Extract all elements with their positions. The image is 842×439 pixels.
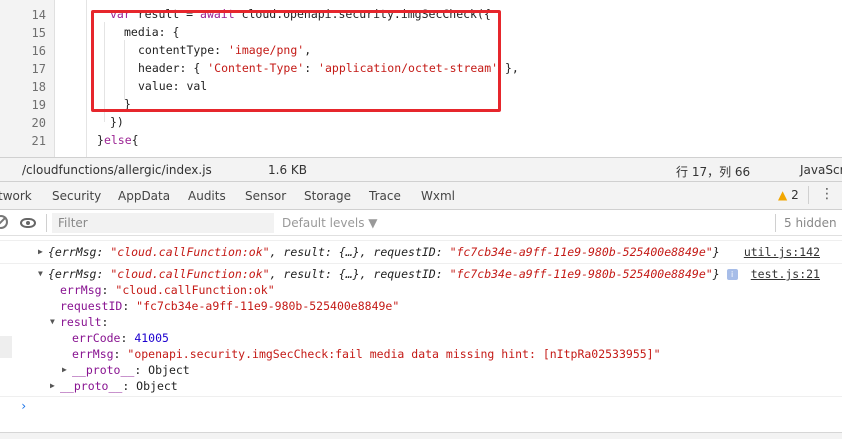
console-output[interactable]: ▶ {errMsg: "cloud.callFunction:ok", resu…	[0, 236, 842, 439]
source-link[interactable]: util.js:142	[744, 245, 820, 259]
property-value: Object	[136, 379, 178, 393]
log-summary[interactable]: {errMsg: "cloud.callFunction:ok", result…	[48, 267, 738, 281]
property-key: __proto__	[72, 363, 135, 377]
language-mode[interactable]: JavaScr	[800, 163, 842, 177]
summary-text: {errMsg:	[48, 267, 111, 281]
tab-trace[interactable]: Trace	[369, 189, 401, 203]
property-row[interactable]: __proto__: Object	[60, 379, 178, 393]
line-number: 16	[31, 44, 46, 58]
clear-console-icon[interactable]	[0, 215, 8, 229]
summary-text: , result: {…}, requestID:	[269, 245, 450, 259]
left-strip	[0, 336, 12, 358]
expand-triangle-icon[interactable]: ▶	[38, 247, 43, 256]
line-number: 21	[31, 134, 46, 148]
property-key: errMsg	[60, 283, 102, 297]
summary-text: {errMsg:	[48, 245, 111, 259]
expand-triangle-icon[interactable]: ▶	[50, 381, 55, 390]
property-value: "fc7cb34e-a9ff-11e9-980b-525400e8849e"	[136, 299, 400, 313]
requestid-value: "fc7cb34e-a9ff-11e9-980b-525400e8849e"	[449, 245, 713, 259]
property-row[interactable]: result:	[60, 315, 108, 329]
property-row: errMsg: "openapi.security.imgSecCheck:fa…	[72, 347, 661, 361]
devtools-tab-bar: twork Security AppData Audits Sensor Sto…	[0, 182, 842, 210]
property-key: __proto__	[60, 379, 123, 393]
console-message[interactable]: ▶ {errMsg: "cloud.callFunction:ok", resu…	[0, 244, 842, 264]
code-editor[interactable]: 14 15 16 17 18 19 20 21 var result = awa…	[0, 0, 842, 157]
divider	[0, 240, 842, 241]
property-row: errMsg: "cloud.callFunction:ok"	[60, 283, 275, 297]
info-icon[interactable]: i	[726, 269, 738, 280]
filter-input[interactable]	[52, 213, 274, 233]
divider	[808, 186, 809, 204]
warning-triangle-icon: ▲	[778, 188, 788, 202]
log-levels-dropdown[interactable]: Default levels ▼	[282, 216, 378, 230]
hidden-count: 5 hidden	[784, 216, 837, 230]
property-row: requestID: "fc7cb34e-a9ff-11e9-980b-5254…	[60, 299, 400, 313]
divider	[0, 263, 842, 264]
indent-guide	[86, 0, 87, 157]
expand-triangle-icon[interactable]: ▶	[62, 365, 67, 374]
property-key: errMsg	[72, 347, 114, 361]
property-key: result	[60, 315, 102, 329]
tab-network[interactable]: twork	[0, 189, 32, 203]
requestid-value: "fc7cb34e-a9ff-11e9-980b-525400e8849e"	[449, 267, 713, 281]
divider	[46, 214, 47, 232]
collapse-triangle-icon[interactable]: ▼	[50, 317, 55, 326]
tab-storage[interactable]: Storage	[304, 189, 351, 203]
editor-status-bar: /cloudfunctions/allergic/index.js 1.6 KB…	[0, 157, 842, 182]
line-number: 20	[31, 116, 46, 130]
summary-text: }	[712, 267, 720, 281]
collapse-triangle-icon[interactable]: ▼	[38, 269, 43, 278]
tab-wxml[interactable]: Wxml	[421, 189, 455, 203]
file-size: 1.6 KB	[268, 163, 307, 177]
errmsg-value: "cloud.callFunction:ok"	[110, 267, 270, 281]
bottom-bar	[0, 432, 842, 439]
tab-sensor[interactable]: Sensor	[245, 189, 286, 203]
line-number-gutter: 14 15 16 17 18 19 20 21	[0, 0, 55, 157]
tab-audits[interactable]: Audits	[188, 189, 226, 203]
property-row[interactable]: __proto__: Object	[72, 363, 190, 377]
code-line[interactable]: }else{	[97, 133, 139, 147]
tab-appdata[interactable]: AppData	[118, 189, 170, 203]
property-value: 41005	[134, 331, 169, 345]
console-message[interactable]: ▼ {errMsg: "cloud.callFunction:ok", resu…	[0, 266, 842, 396]
console-prompt-icon[interactable]: ›	[20, 399, 27, 413]
warnings-counter[interactable]: ▲ 2	[778, 188, 799, 202]
divider	[0, 396, 842, 397]
divider	[775, 214, 776, 232]
property-key: errCode	[72, 331, 121, 345]
tab-security[interactable]: Security	[52, 189, 101, 203]
line-number: 14	[31, 8, 46, 22]
cursor-position: 行 17，列 66	[676, 165, 751, 179]
line-number: 17	[31, 62, 46, 76]
line-number: 15	[31, 26, 46, 40]
eye-icon[interactable]	[20, 218, 36, 228]
log-summary[interactable]: {errMsg: "cloud.callFunction:ok", result…	[48, 245, 720, 259]
red-highlight-box	[91, 10, 501, 112]
more-options-icon[interactable]: ⋮	[820, 186, 834, 202]
line-number: 18	[31, 80, 46, 94]
code-line[interactable]: })	[110, 115, 124, 129]
property-value: "cloud.callFunction:ok"	[115, 283, 275, 297]
property-row: errCode: 41005	[72, 331, 169, 345]
file-path[interactable]: /cloudfunctions/allergic/index.js	[22, 163, 212, 177]
property-value: "openapi.security.imgSecCheck:fail media…	[127, 347, 661, 361]
source-link[interactable]: test.js:21	[751, 267, 820, 281]
summary-text: }	[712, 245, 720, 259]
console-filter-bar: Default levels ▼ 5 hidden	[0, 210, 842, 236]
line-number: 19	[31, 98, 46, 112]
errmsg-value: "cloud.callFunction:ok"	[110, 245, 270, 259]
property-value: Object	[148, 363, 190, 377]
summary-text: , result: {…}, requestID:	[269, 267, 450, 281]
property-key: requestID	[60, 299, 123, 313]
warning-count: 2	[791, 188, 799, 202]
